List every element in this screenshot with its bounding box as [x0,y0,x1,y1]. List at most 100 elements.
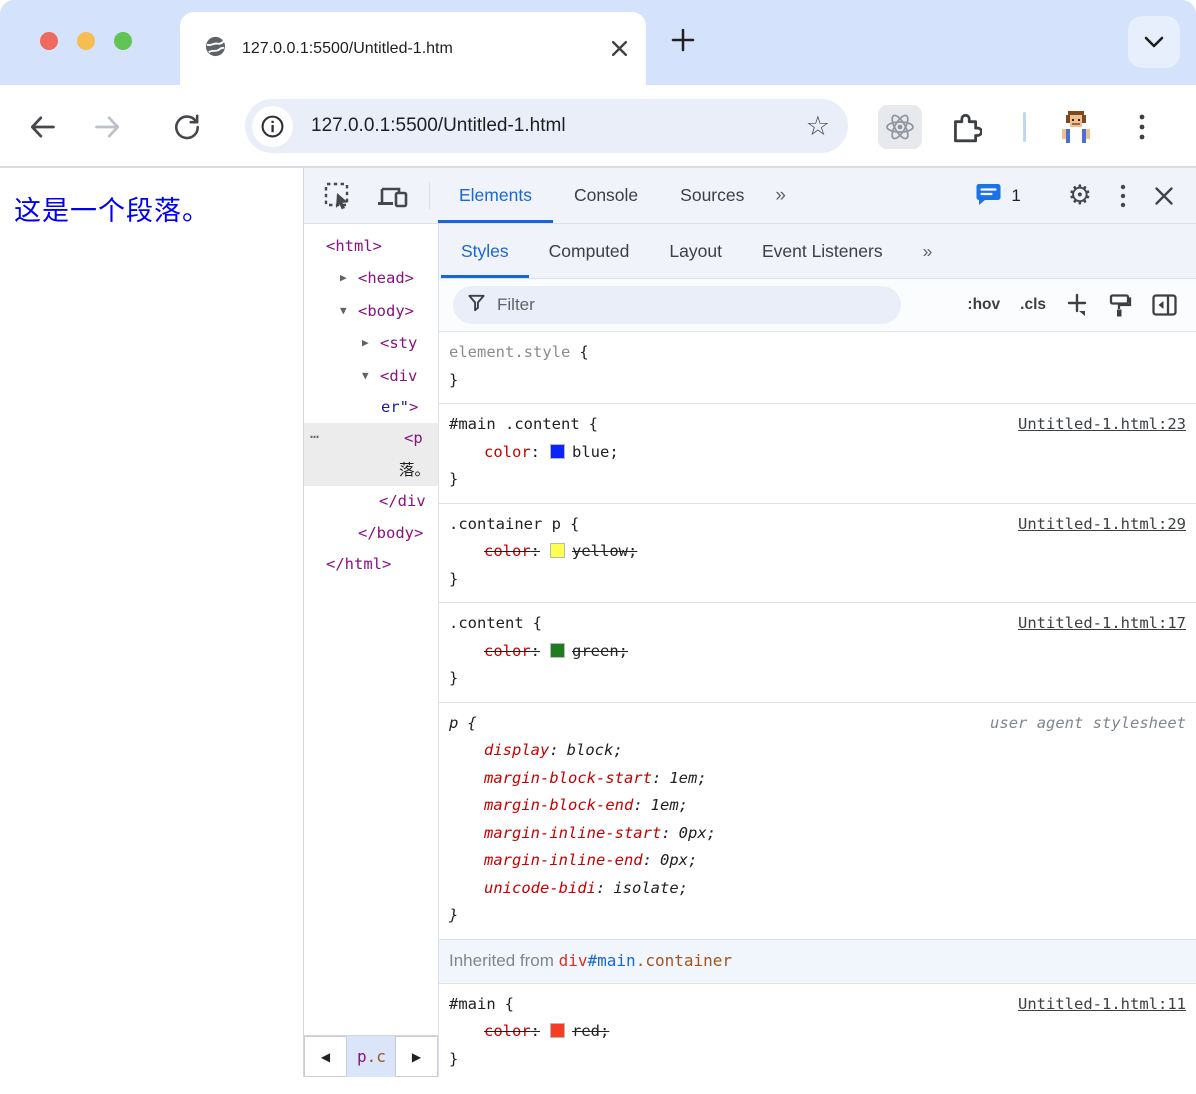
rule-content[interactable]: .content{ Untitled-1.html:17 color:green… [439,603,1196,703]
source-link[interactable]: Untitled-1.html:29 [1008,511,1186,539]
dom-node-html[interactable]: <html> [304,231,438,262]
rule-p-user-agent[interactable]: p{ user agent stylesheet display:block; … [439,703,1196,940]
issues-count: 1 [1011,186,1020,206]
disclosure-expanded-icon[interactable]: ▼ [340,295,358,326]
css-declaration[interactable]: margin-block-start:1em; [449,765,1186,793]
disclosure-collapsed-icon[interactable]: ▶ [340,262,358,293]
styles-filter-row: :hov .cls [439,279,1196,332]
css-declaration-overridden[interactable]: color:red; [449,1018,1186,1046]
css-declaration[interactable]: margin-block-end:1em; [449,792,1186,820]
dom-node-div-wrap[interactable]: er"> [304,392,438,423]
rule-main-content[interactable]: #main .content{ Untitled-1.html:23 color… [439,404,1196,504]
page-paragraph: 这是一个段落。 [14,189,289,228]
color-swatch[interactable] [550,543,565,558]
bookmark-star-icon[interactable]: ☆ [806,113,830,140]
new-style-rule-plus-icon[interactable] [1061,291,1093,319]
reload-button[interactable] [172,85,202,168]
devtools-close-icon[interactable] [1142,186,1186,206]
node-more-actions-icon[interactable]: … [310,424,320,442]
disclosure-expanded-icon[interactable]: ▼ [362,360,380,391]
user-agent-stylesheet-label: user agent stylesheet [990,710,1186,738]
toggle-hover-state[interactable]: :hov [962,292,1005,318]
tab-event-listeners[interactable]: Event Listeners [742,224,903,278]
url-text[interactable]: 127.0.0.1:5500/Untitled-1.html [311,115,806,137]
breadcrumb-selected-node[interactable]: p.c [347,1036,395,1077]
dom-selected-node[interactable]: … <p 落。 [304,423,438,486]
dom-node-div-close[interactable]: </div [304,486,438,517]
breadcrumb: ◀ p.c ▶ [304,1035,438,1077]
tab-close-icon[interactable] [611,40,628,57]
device-toolbar-icon[interactable] [365,168,421,223]
css-declaration[interactable]: margin-inline-start:0px; [449,820,1186,848]
tab-console[interactable]: Console [553,168,659,223]
rule-container-p[interactable]: .container p{ Untitled-1.html:29 color:y… [439,504,1196,604]
minimize-window-button[interactable] [77,32,95,50]
rule-element-style[interactable]: element.style{ } [439,332,1196,404]
tab-title: 127.0.0.1:5500/Untitled-1.htm [242,40,601,58]
css-declaration-overridden[interactable]: color:green; [449,638,1186,666]
source-link[interactable]: Untitled-1.html:17 [1008,610,1186,638]
tab-search-chevron-button[interactable] [1128,16,1180,68]
rule-main-inherited[interactable]: #main{ Untitled-1.html:11 color:red; } [439,984,1196,1078]
devtools-menu-kebab-icon[interactable] [1108,183,1138,209]
dom-node-body[interactable]: ▼<body> [304,295,438,327]
more-sidebar-tabs-icon[interactable]: » [903,224,953,278]
fullscreen-window-button[interactable] [114,32,132,50]
styles-sidebar: Styles Computed Layout Event Listeners » [438,224,1196,1077]
dom-node-head[interactable]: ▶<head> [304,262,438,294]
address-bar[interactable]: 127.0.0.1:5500/Untitled-1.html ☆ [245,99,848,153]
rendered-page: 这是一个段落。 [0,168,303,1077]
css-declaration[interactable]: display:block; [449,737,1186,765]
inspect-element-icon[interactable] [311,168,365,223]
forward-button[interactable] [92,85,124,168]
source-link[interactable]: Untitled-1.html:11 [1008,991,1186,1019]
dom-node-body-close[interactable]: </body> [304,518,438,549]
style-rules-list: element.style{ } #main .content{ Untitle… [439,332,1196,1077]
disclosure-collapsed-icon[interactable]: ▶ [362,327,380,358]
toggle-classes[interactable]: .cls [1015,292,1051,318]
profile-avatar[interactable] [1056,85,1096,168]
breadcrumb-forward-icon[interactable]: ▶ [395,1036,438,1077]
toolbar-divider [1023,112,1026,142]
close-window-button[interactable] [40,32,58,50]
source-link[interactable]: Untitled-1.html:23 [1008,411,1186,439]
dom-node-style[interactable]: ▶<sty [304,327,438,359]
dom-tree: <html> ▶<head> ▼<body> ▶<sty ▼<div er"> … [304,224,438,1035]
rendering-brush-icon[interactable] [1103,291,1137,320]
tab-elements[interactable]: Elements [438,168,553,223]
css-declaration[interactable]: unicode-bidi:isolate; [449,875,1186,903]
tab-sources[interactable]: Sources [659,168,765,223]
more-tabs-icon[interactable]: » [765,168,796,223]
site-info-icon[interactable] [252,106,293,147]
color-swatch[interactable] [550,444,565,459]
new-tab-button[interactable] [668,25,698,58]
browser-menu-kebab-icon[interactable] [1138,85,1146,168]
back-button[interactable] [26,85,58,168]
react-devtools-extension-icon[interactable] [878,105,922,149]
tab-styles[interactable]: Styles [441,224,529,278]
extensions-puzzle-icon[interactable] [948,85,982,168]
css-declaration[interactable]: margin-inline-end:0px; [449,847,1186,875]
toolbar-divider [429,182,430,209]
sidebar-tabs: Styles Computed Layout Event Listeners » [439,224,1196,279]
dom-node-html-close[interactable]: </html> [304,549,438,580]
dom-node-div[interactable]: ▼<div [304,360,438,392]
color-swatch[interactable] [550,1023,565,1038]
content-area: 这是一个段落。 Elements Console Sources » [0,168,1196,1077]
inherited-node-link[interactable]: div [559,951,588,970]
settings-gear-icon[interactable]: ⚙ [1056,180,1104,211]
issues-bubble-icon [975,182,1002,209]
breadcrumb-back-icon[interactable]: ◀ [304,1036,347,1077]
filter-funnel-icon [467,293,486,317]
color-swatch[interactable] [550,643,565,658]
css-declaration[interactable]: color:blue; [449,439,1186,467]
styles-filter-pill[interactable] [453,286,901,324]
tab-computed[interactable]: Computed [529,224,650,278]
issues-button[interactable]: 1 [965,182,1030,209]
browser-tab[interactable]: 127.0.0.1:5500/Untitled-1.htm [180,12,646,85]
css-declaration-overridden[interactable]: color:yellow; [449,538,1186,566]
styles-filter-input[interactable] [497,295,887,315]
tab-layout[interactable]: Layout [649,224,742,278]
toggle-sidebar-panel-icon[interactable] [1147,292,1182,318]
tab-strip: 127.0.0.1:5500/Untitled-1.htm [0,0,1196,85]
